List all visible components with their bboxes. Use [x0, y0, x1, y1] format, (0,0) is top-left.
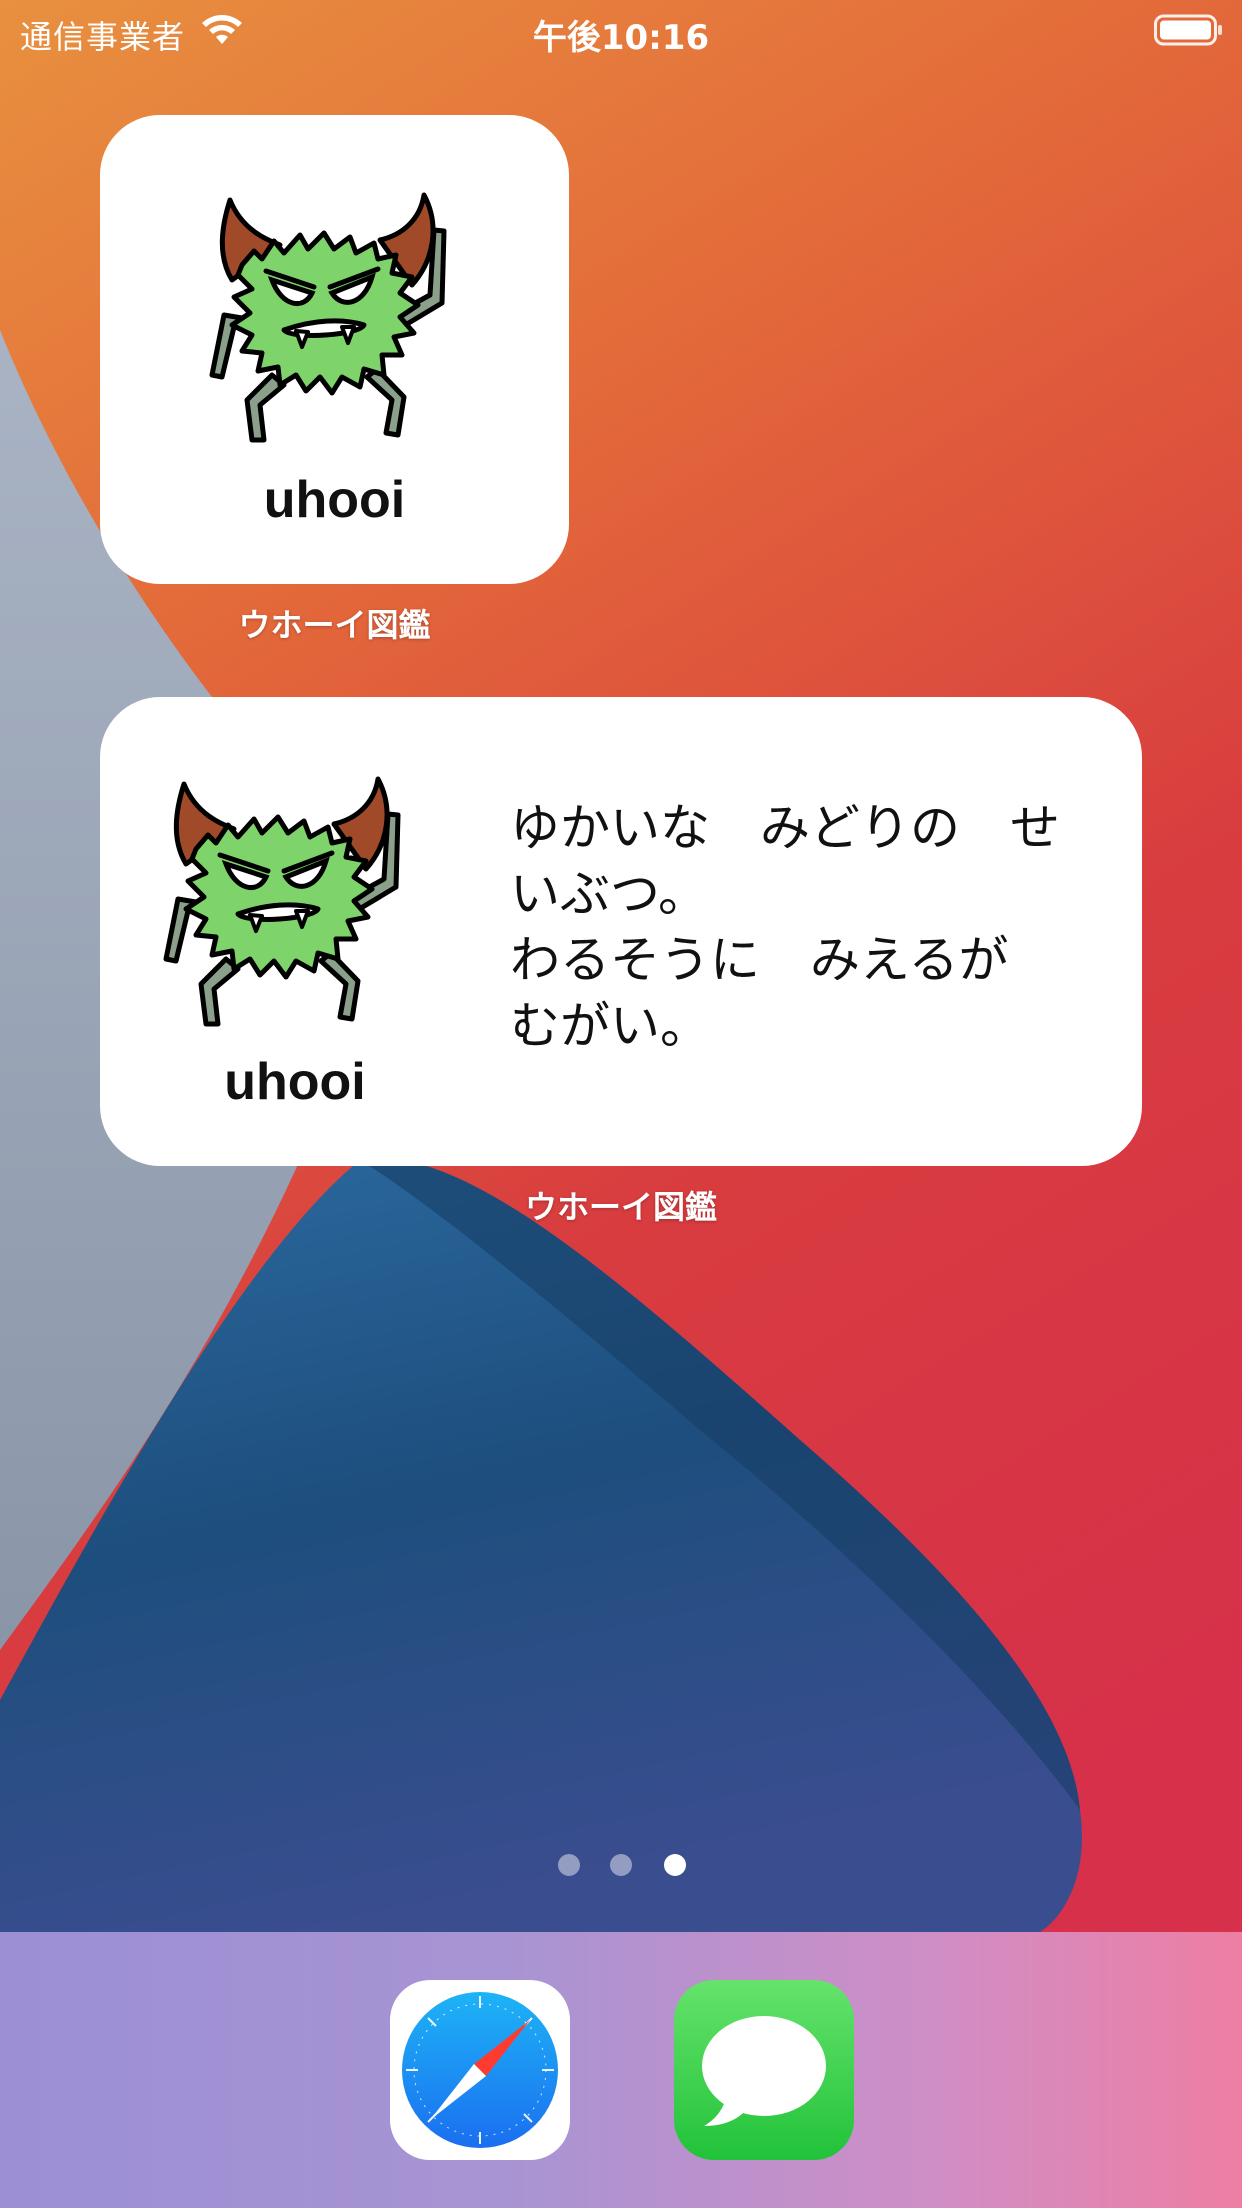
page-dot[interactable] — [558, 1854, 580, 1876]
compass-icon — [402, 1992, 558, 2148]
clock: 午後10:16 — [532, 18, 710, 58]
medium-widget[interactable]: uhooi ゆかいな みどりの せいぶつ。 わるそうに みえるが むがい。 — [100, 697, 1142, 1166]
page-indicator[interactable] — [0, 1854, 1242, 1878]
widget-title: uhooi — [224, 1053, 366, 1111]
status-bar: 通信事業者 午後10:16 — [0, 0, 1242, 62]
widget-title: uhooi — [263, 471, 406, 529]
page-dot-current[interactable] — [664, 1854, 686, 1876]
messages-icon[interactable] — [674, 1980, 854, 2160]
speech-bubble-icon — [702, 2016, 826, 2126]
monster-image — [163, 776, 401, 1027]
page-dot[interactable] — [610, 1854, 632, 1876]
battery-icon — [1154, 14, 1222, 46]
widget-app-label: ウホーイ図鑑 — [238, 606, 431, 644]
widget-description: ゆかいな みどりの せいぶつ。 わるそうに みえるが むがい。 — [510, 799, 1060, 1055]
monster-image — [209, 192, 447, 443]
dock — [0, 1932, 1242, 2208]
safari-icon[interactable] — [390, 1980, 570, 2160]
small-widget[interactable]: uhooi — [100, 115, 569, 584]
widget-app-label: ウホーイ図鑑 — [524, 1188, 717, 1226]
